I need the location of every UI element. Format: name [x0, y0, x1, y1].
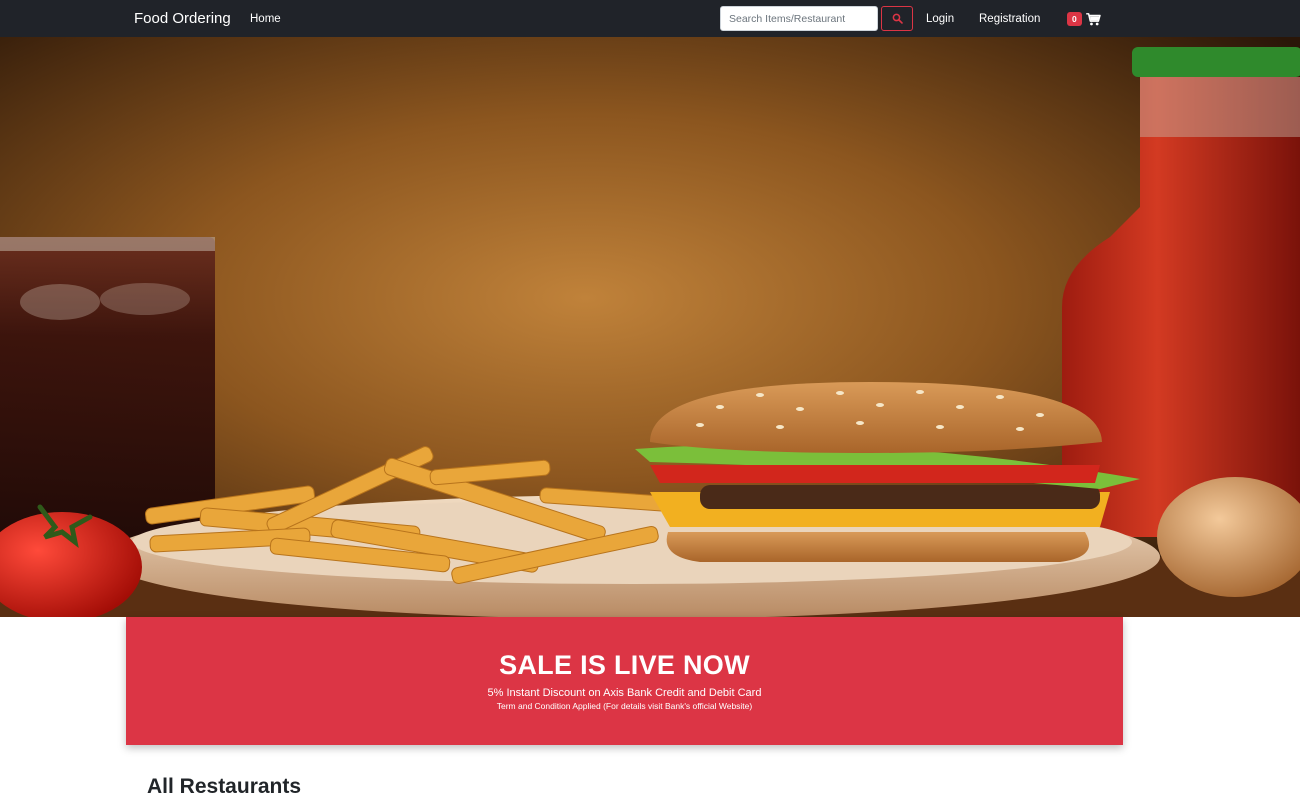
sale-title: SALE IS LIVE NOW	[499, 650, 750, 680]
sale-subtitle: 5% Instant Discount on Axis Bank Credit …	[487, 687, 762, 699]
search-button[interactable]	[881, 6, 913, 31]
sale-terms-note: Term and Condition Applied (For details …	[496, 701, 753, 711]
cart-link[interactable]: 0	[1067, 11, 1101, 27]
nav-login-link[interactable]: Login	[926, 12, 954, 26]
brand-link[interactable]: Food Ordering	[134, 10, 231, 28]
all-restaurants-heading: All Restaurants	[147, 775, 302, 799]
search-icon	[892, 13, 903, 24]
top-navbar: Food Ordering Home Login Registration 0	[0, 0, 1300, 37]
nav-home-link[interactable]: Home	[250, 12, 281, 26]
search-input[interactable]	[720, 6, 878, 31]
cart-count-badge: 0	[1067, 12, 1082, 26]
food-banner-image	[0, 37, 1300, 617]
nav-registration-link[interactable]: Registration	[979, 12, 1040, 26]
sale-banner: SALE IS LIVE NOW 5% Instant Discount on …	[126, 617, 1123, 745]
cart-icon	[1085, 12, 1101, 25]
hero-banner	[0, 37, 1300, 617]
